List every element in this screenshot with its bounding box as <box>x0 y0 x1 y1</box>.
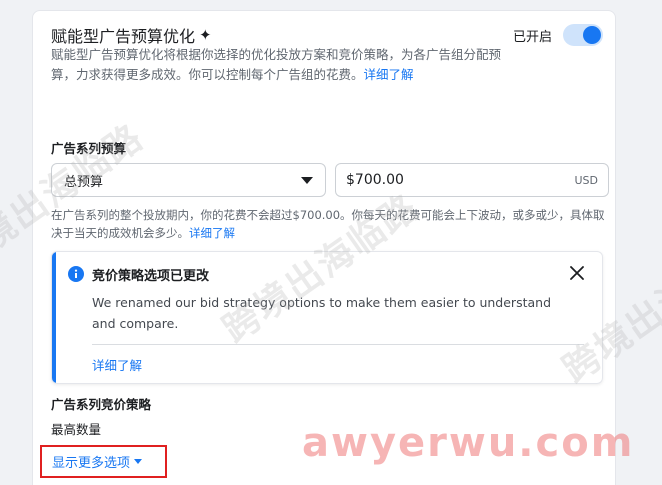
currency-label: USD <box>574 174 598 187</box>
notice-title: 竞价策略选项已更改 <box>92 269 210 284</box>
notice-body: We renamed our bid strategy options to m… <box>92 295 552 331</box>
close-icon[interactable] <box>570 266 584 280</box>
caret-down-icon <box>301 177 313 184</box>
cbo-description: 赋能型广告预算优化将根据你选择的优化投放方案和竞价策略，为各广告组分配预算，力求… <box>51 45 501 85</box>
cbo-title-text: 赋能型广告预算优化 <box>51 27 196 46</box>
cbo-learn-more-link[interactable]: 详细了解 <box>364 67 414 82</box>
bid-strategy-label: 广告系列竞价策略 <box>51 397 152 412</box>
show-more-options-button[interactable]: 显示更多选项 <box>40 445 167 478</box>
caret-down-icon <box>134 459 143 464</box>
watermark-url: awyerwu.com <box>302 420 635 466</box>
cbo-description-text: 赋能型广告预算优化将根据你选择的优化投放方案和竞价策略，为各广告组分配预算，力求… <box>51 47 502 82</box>
budget-amount-input[interactable]: $700.00 USD <box>335 163 609 197</box>
notice-divider <box>92 344 584 345</box>
cbo-title: 赋能型广告预算优化 ✦ <box>51 23 212 47</box>
toggle-knob <box>583 26 601 44</box>
notice-accent-bar <box>52 252 56 383</box>
sparkle-icon: ✦ <box>199 26 212 44</box>
notice-learn-more-link[interactable]: 详细了解 <box>92 355 142 374</box>
cbo-toggle[interactable] <box>563 24 603 46</box>
budget-learn-more-link[interactable]: 详细了解 <box>189 226 235 240</box>
cbo-toggle-label: 已开启 <box>513 30 553 45</box>
info-icon <box>68 266 84 282</box>
bid-strategy-value: 最高数量 <box>51 422 102 437</box>
show-more-options-label: 显示更多选项 <box>52 456 131 471</box>
